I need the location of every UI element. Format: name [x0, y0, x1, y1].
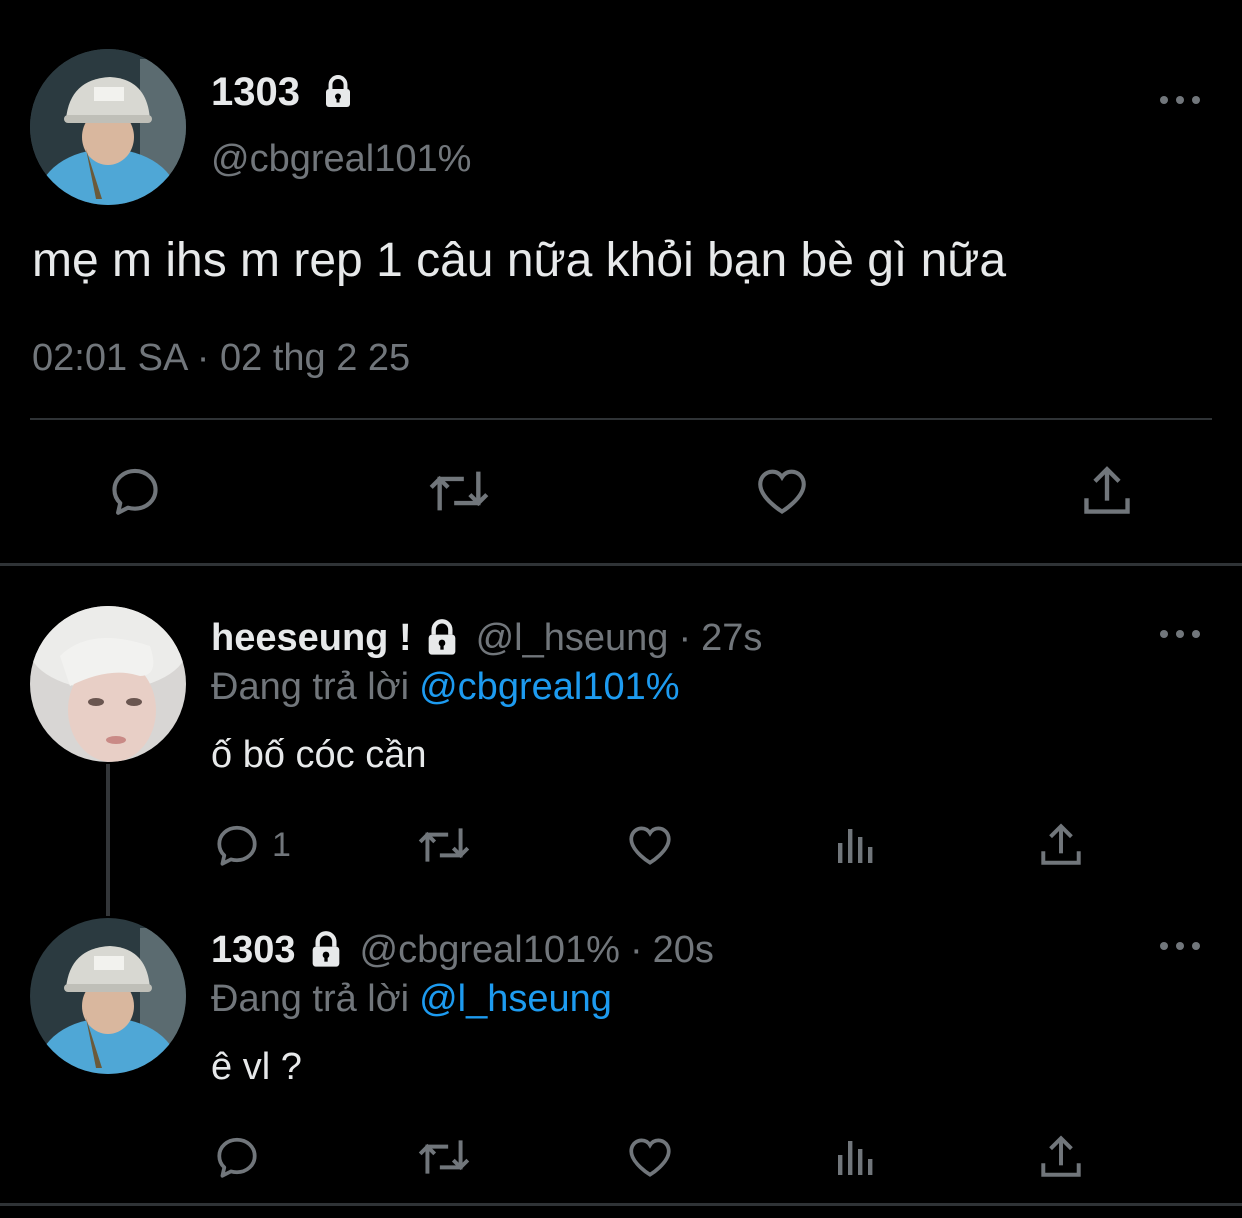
- reply-1-author-name[interactable]: heeseung !: [211, 612, 412, 664]
- retweet-icon: [418, 828, 470, 862]
- share-icon: [1041, 823, 1081, 865]
- like-button[interactable]: [752, 462, 812, 520]
- lock-icon: [312, 931, 339, 967]
- reply-1-time[interactable]: 27s: [701, 612, 762, 664]
- more-icon[interactable]: [1160, 628, 1200, 640]
- reply-1-replying-to: Đang trả lời @cbgreal101%: [211, 666, 680, 708]
- heart-icon: [758, 469, 806, 514]
- views-icon: [838, 829, 873, 863]
- like-button[interactable]: [624, 820, 676, 870]
- reply-icon: [112, 468, 158, 515]
- avatar-kid-helmet-image: [30, 918, 186, 1074]
- reply-1-text: ố bố cóc cần: [211, 734, 427, 776]
- share-button[interactable]: [1036, 820, 1086, 870]
- reply-button[interactable]: 1: [212, 820, 291, 870]
- reply-icon: [217, 825, 257, 866]
- reply-button[interactable]: [106, 462, 164, 520]
- share-button[interactable]: [1036, 1132, 1086, 1182]
- retweet-button[interactable]: [425, 462, 493, 520]
- reply-1-header: heeseung ! @l_hseung · 27s: [211, 612, 762, 664]
- divider: [30, 418, 1212, 420]
- retweet-icon: [418, 1140, 470, 1174]
- lock-icon: [325, 75, 350, 107]
- retweet-icon: [429, 471, 489, 511]
- separator-dot: ·: [629, 929, 643, 971]
- lock-icon: [428, 619, 455, 655]
- reply-2-replying-to: Đang trả lời @l_hseung: [211, 978, 612, 1020]
- divider: [0, 563, 1242, 566]
- reply-button[interactable]: [212, 1132, 272, 1182]
- thread-line: [106, 764, 110, 916]
- avatar-portrait-image: [30, 606, 186, 762]
- avatar-reply-1[interactable]: [30, 606, 186, 762]
- reply-icon: [217, 1137, 257, 1178]
- like-button[interactable]: [624, 1132, 676, 1182]
- avatar-reply-2[interactable]: [30, 918, 186, 1074]
- main-tweet-text: mẹ m ihs m rep 1 câu nữa khỏi bạn bè gì …: [32, 234, 1007, 287]
- share-icon: [1041, 1135, 1081, 1177]
- views-button[interactable]: [832, 1132, 880, 1182]
- retweet-button[interactable]: [415, 820, 473, 870]
- retweet-button[interactable]: [415, 1132, 473, 1182]
- heart-icon: [629, 1138, 671, 1177]
- reply-1-author-handle[interactable]: @l_hseung: [476, 612, 669, 664]
- share-button[interactable]: [1078, 462, 1136, 520]
- share-icon: [1084, 466, 1130, 514]
- main-tweet-timestamp[interactable]: 02:01 SA · 02 thg 2 25: [32, 332, 410, 384]
- heart-icon: [629, 826, 671, 865]
- reply-2-author-handle[interactable]: @cbgreal101%: [360, 924, 620, 976]
- mention-link[interactable]: @l_hseung: [419, 978, 612, 1020]
- reply-count: 1: [272, 825, 291, 864]
- separator-dot: ·: [678, 617, 692, 659]
- main-author-handle[interactable]: @cbgreal101%: [211, 134, 471, 184]
- reply-2-time[interactable]: 20s: [653, 924, 714, 976]
- mention-link[interactable]: @cbgreal101%: [419, 666, 679, 708]
- divider: [0, 1203, 1242, 1206]
- avatar-main[interactable]: [30, 49, 186, 205]
- main-author-name[interactable]: 1303: [211, 66, 356, 118]
- views-button[interactable]: [832, 820, 880, 870]
- more-icon[interactable]: [1160, 94, 1200, 106]
- more-icon[interactable]: [1160, 940, 1200, 952]
- reply-2-text: ê vl ?: [211, 1046, 302, 1088]
- views-icon: [838, 1141, 873, 1175]
- reply-2-header: 1303 @cbgreal101% · 20s: [211, 924, 714, 976]
- avatar-kid-helmet-image: [30, 49, 186, 205]
- reply-2-author-name[interactable]: 1303: [211, 924, 296, 976]
